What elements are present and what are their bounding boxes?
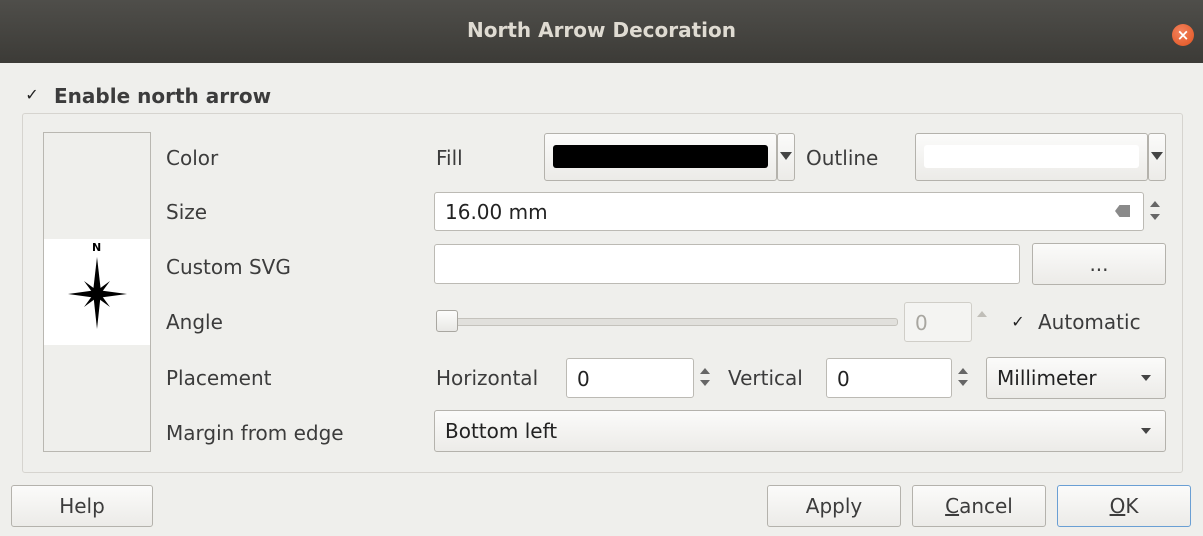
spin-up-icon[interactable] [1150,201,1160,207]
angle-slider-handle[interactable] [436,310,458,332]
vertical-label: Vertical [728,366,803,390]
margin-label: Margin from edge [166,421,344,445]
spin-up-icon[interactable] [700,368,710,374]
cancel-button[interactable]: Cancel [912,485,1046,527]
clear-icon[interactable] [1115,205,1130,217]
arrow-preview: N [43,132,151,452]
vertical-value: 0 [837,367,850,391]
close-icon[interactable]: × [1172,24,1194,46]
angle-value: 0 [915,311,928,335]
angle-input[interactable]: 0 [904,302,972,342]
apply-button[interactable]: Apply [767,485,901,527]
outline-color-button[interactable] [915,133,1148,181]
vertical-spinner[interactable] [952,358,974,398]
outline-label: Outline [806,146,879,170]
spin-up-icon[interactable] [977,311,987,317]
browse-button[interactable]: ... [1032,243,1166,285]
angle-slider-track[interactable] [449,318,898,326]
chevron-down-icon [1151,152,1163,160]
cancel-label-rest: ancel [959,494,1013,518]
margin-value: Bottom left [445,419,558,443]
angle-label: Angle [166,310,223,334]
help-button[interactable]: Help [11,485,153,527]
spin-down-icon[interactable] [700,380,710,386]
size-label: Size [166,200,208,224]
spin-down-icon[interactable] [958,380,968,386]
angle-spinner[interactable] [972,302,992,342]
fill-dropdown-button[interactable] [777,133,795,181]
outline-color-swatch [924,145,1139,168]
chevron-down-icon [1141,428,1151,434]
spin-up-icon[interactable] [958,368,968,374]
ok-label-rest: K [1125,494,1139,518]
placement-label: Placement [166,366,272,390]
title-bar: North Arrow Decoration × [0,0,1203,63]
horizontal-spinner[interactable] [694,358,716,398]
horizontal-value: 0 [577,367,590,391]
chevron-down-icon [780,152,792,160]
horizontal-label: Horizontal [436,366,539,390]
color-label: Color [166,146,219,170]
custom-svg-label: Custom SVG [166,255,291,279]
outline-dropdown-button[interactable] [1148,133,1166,181]
fill-color-button[interactable] [544,133,777,181]
enable-checkbox[interactable]: ✓ [24,87,40,103]
margin-select[interactable]: Bottom left [434,410,1166,452]
cancel-mnemonic: C [945,494,960,518]
fill-label: Fill [436,146,463,170]
size-spinner[interactable] [1144,192,1166,231]
ok-mnemonic: O [1109,494,1126,518]
window-title: North Arrow Decoration [466,18,736,42]
north-arrow-image: N [44,239,150,345]
spin-down-icon[interactable] [1150,214,1160,220]
size-value: 16.00 mm [445,200,548,224]
automatic-label[interactable]: Automatic [1038,310,1141,334]
custom-svg-input[interactable] [434,244,1020,284]
vertical-input[interactable]: 0 [826,358,952,398]
chevron-down-icon [1141,375,1151,381]
unit-select[interactable]: Millimeter [986,357,1166,399]
enable-label[interactable]: Enable north arrow [54,84,271,108]
size-input[interactable]: 16.00 mm [434,192,1144,231]
unit-value: Millimeter [997,366,1097,390]
fill-color-swatch [553,145,768,168]
horizontal-input[interactable]: 0 [566,358,694,398]
ok-button[interactable]: OK [1057,485,1191,527]
compass-star-icon [68,257,127,329]
automatic-checkbox[interactable]: ✓ [1010,314,1026,330]
